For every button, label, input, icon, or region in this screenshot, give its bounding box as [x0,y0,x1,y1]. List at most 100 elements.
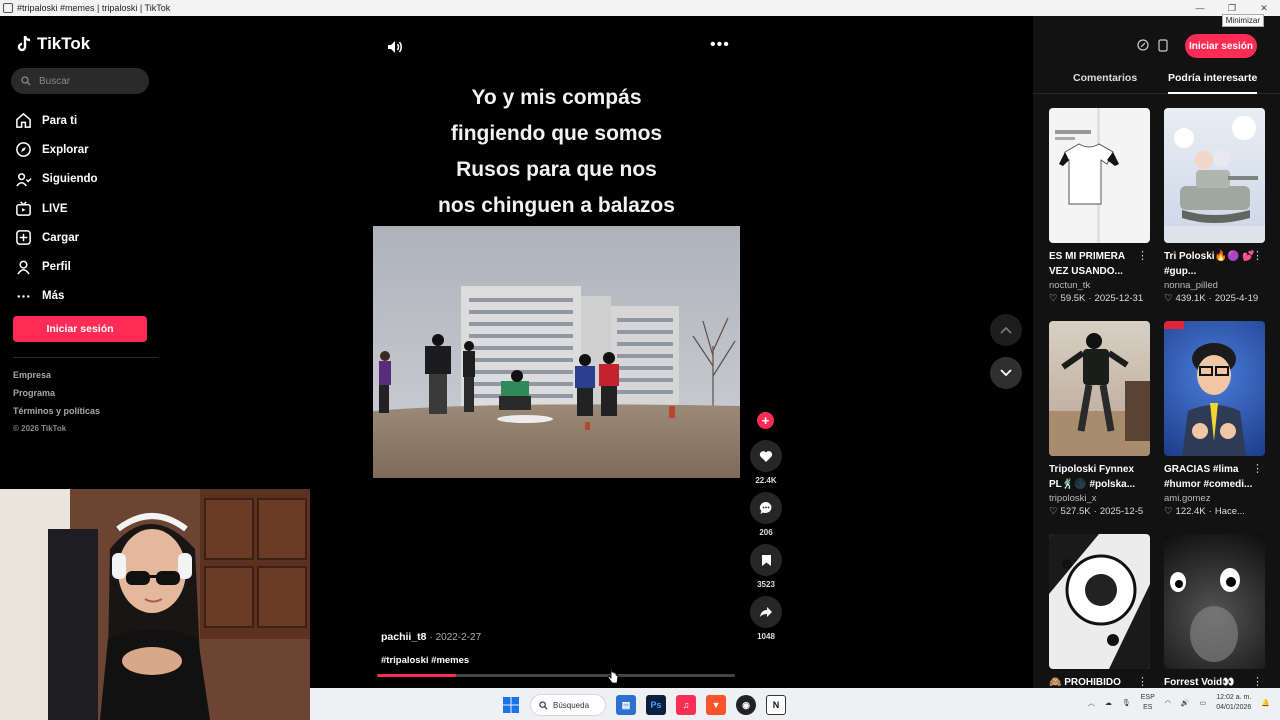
share-action[interactable]: 1048 [750,596,782,641]
photoshop-icon[interactable]: Ps [646,695,666,715]
volume-icon[interactable] [387,40,403,54]
follow-plus-button[interactable]: + [757,412,774,429]
minimize-tooltip: Minimizar [1221,14,1264,27]
share-icon [760,607,772,617]
caption-line: Yo y mis compás [471,86,642,109]
card-options-icon[interactable]: ⋮ [1252,675,1263,688]
video-player[interactable] [373,226,740,478]
card-options-icon[interactable]: ⋮ [1137,675,1148,688]
nav-label: Para ti [42,114,78,127]
nav-item-mas[interactable]: Más [15,282,98,311]
main-nav: Para ti Explorar Siguiendo LIVE Cargar P… [15,106,98,311]
nav-item-explorar[interactable]: Explorar [15,135,98,164]
card-options-icon[interactable]: ⋮ [1252,249,1263,262]
video-thumbnail[interactable] [1164,534,1265,669]
footer-link-terminos[interactable]: Términos y políticas [13,406,100,424]
notification-bell-icon[interactable]: 🔔 [1261,699,1270,707]
nav-item-para-ti[interactable]: Para ti [15,106,98,135]
cloud-icon[interactable]: ☁ [1105,699,1112,707]
card-options-icon[interactable]: ⋮ [1137,249,1148,262]
file-explorer-icon[interactable]: ▤ [616,695,636,715]
video-thumbnail[interactable] [1049,108,1150,243]
nav-item-live[interactable]: LIVE [15,194,98,223]
recommended-video-card[interactable]: Tri Poloski🔥🟣 💕 #gup... ⋮ nonna_pilled ♡… [1164,108,1265,304]
mobile-app-icon[interactable] [1158,39,1168,52]
nav-item-perfil[interactable]: Perfil [15,252,98,281]
footer-link-programa[interactable]: Programa [13,388,100,406]
thumbnail-tank-image [1164,116,1265,243]
profile-icon [17,260,30,275]
video-hashtags[interactable]: #tripaloski #memes [381,655,469,666]
card-author[interactable]: ami.gomez [1164,493,1265,504]
card-author[interactable]: tripoloski_x [1049,493,1150,504]
wifi-icon[interactable]: ◠ [1165,699,1171,707]
tray-overflow-icon[interactable]: ︿ [1088,698,1095,708]
video-progress-fill [377,674,456,677]
video-thumbnail[interactable] [1164,321,1265,456]
tab-comentarios[interactable]: Comentarios [1073,72,1137,94]
taskbar-clock[interactable]: 12:02 a. m. 04/01/2026 [1216,693,1251,713]
heart-icon [759,450,773,462]
card-likes: 122.4K [1175,506,1206,517]
music-icon[interactable]: ♫ [676,695,696,715]
battery-icon[interactable]: ▭ [1200,699,1207,707]
recommended-video-card[interactable]: 🙈 PROHIBIDO ⋮ [1049,534,1150,688]
card-stats: ♡ 439.1K · 2025-4-19 [1164,293,1259,304]
footer-link-empresa[interactable]: Empresa [13,370,100,388]
previous-video-button[interactable] [990,314,1022,346]
video-thumbnail[interactable] [1049,321,1150,456]
logo-text: TikTok [37,34,91,53]
nav-item-cargar[interactable]: Cargar [15,223,98,252]
nav-item-siguiendo[interactable]: Siguiendo [15,165,98,194]
heart-outline-icon: ♡ [1049,293,1058,304]
speaker-icon[interactable]: 🔊 [1181,699,1190,707]
autoscroll-icon[interactable] [1137,39,1149,51]
heart-outline-icon: ♡ [1049,506,1058,517]
recommended-video-card[interactable]: GRACIAS #lima #humor #comedi... ⋮ ami.go… [1164,321,1265,517]
card-stats: ♡ 59.5K · 2025-12-31 [1049,293,1144,304]
card-author[interactable]: noctun_tk [1049,280,1150,291]
taskbar-search[interactable]: Búsqueda [530,694,606,716]
recommended-video-card[interactable]: Tripoloski Fynnex PL🕺🌑 #polska... tripol… [1049,321,1150,517]
mouse-cursor-icon [608,668,619,684]
video-thumbnail[interactable] [1049,534,1150,669]
save-action[interactable]: 3523 [750,544,782,589]
like-action[interactable]: 22.4K [750,440,782,485]
search-box[interactable] [11,68,149,94]
header-login-button[interactable]: Iniciar sesión [1185,34,1257,58]
webcam-image [0,489,310,720]
card-title: Forrest Void👀 [1164,677,1235,688]
comment-action[interactable]: 206 [750,492,782,537]
video-thumbnail[interactable] [1164,108,1265,243]
sidebar-login-button[interactable]: Iniciar sesión [13,316,147,342]
nav-label: Explorar [42,143,89,156]
active-app-icon[interactable]: ◉ [736,695,756,715]
notion-icon[interactable]: N [766,695,786,715]
video-author[interactable]: pachii_t8 [381,631,427,643]
recommended-video-card[interactable]: Forrest Void👀 ⋮ [1164,534,1265,688]
video-more-options-icon[interactable]: ••• [710,37,730,53]
card-options-icon[interactable]: ⋮ [1252,462,1263,475]
next-video-button[interactable] [990,357,1022,389]
recommended-video-card[interactable]: ES MI PRIMERA VEZ USANDO... ⋮ noctun_tk … [1049,108,1150,304]
card-title: Tripoloski Fynnex PL🕺🌑 #polska... [1049,464,1136,490]
card-stats: ♡ 122.4K · Hace... [1164,506,1245,517]
card-author[interactable]: nonna_pilled [1164,280,1265,291]
language-indicator[interactable]: ESP ES [1141,693,1155,713]
compass-icon [16,142,31,158]
card-likes: 527.5K [1060,506,1091,517]
tiktok-logo[interactable]: TikTok [16,34,90,54]
live-icon [16,201,31,216]
like-count: 22.4K [755,476,777,485]
tiktok-logo-icon [17,35,31,52]
windows-start-icon[interactable] [502,696,520,714]
search-input[interactable] [39,75,139,87]
nav-label: Más [42,290,65,303]
brave-browser-icon[interactable]: ▼ [706,695,726,715]
tab-podria-interesarte[interactable]: Podría interesarte [1168,72,1258,94]
right-panel-tabs: Comentarios Podría interesarte [1033,70,1280,94]
minimize-button[interactable]: — [1184,0,1216,16]
video-progress-bar[interactable] [377,674,735,677]
comment-icon [759,501,772,514]
microphone-icon[interactable]: 🎙 [1122,699,1131,707]
